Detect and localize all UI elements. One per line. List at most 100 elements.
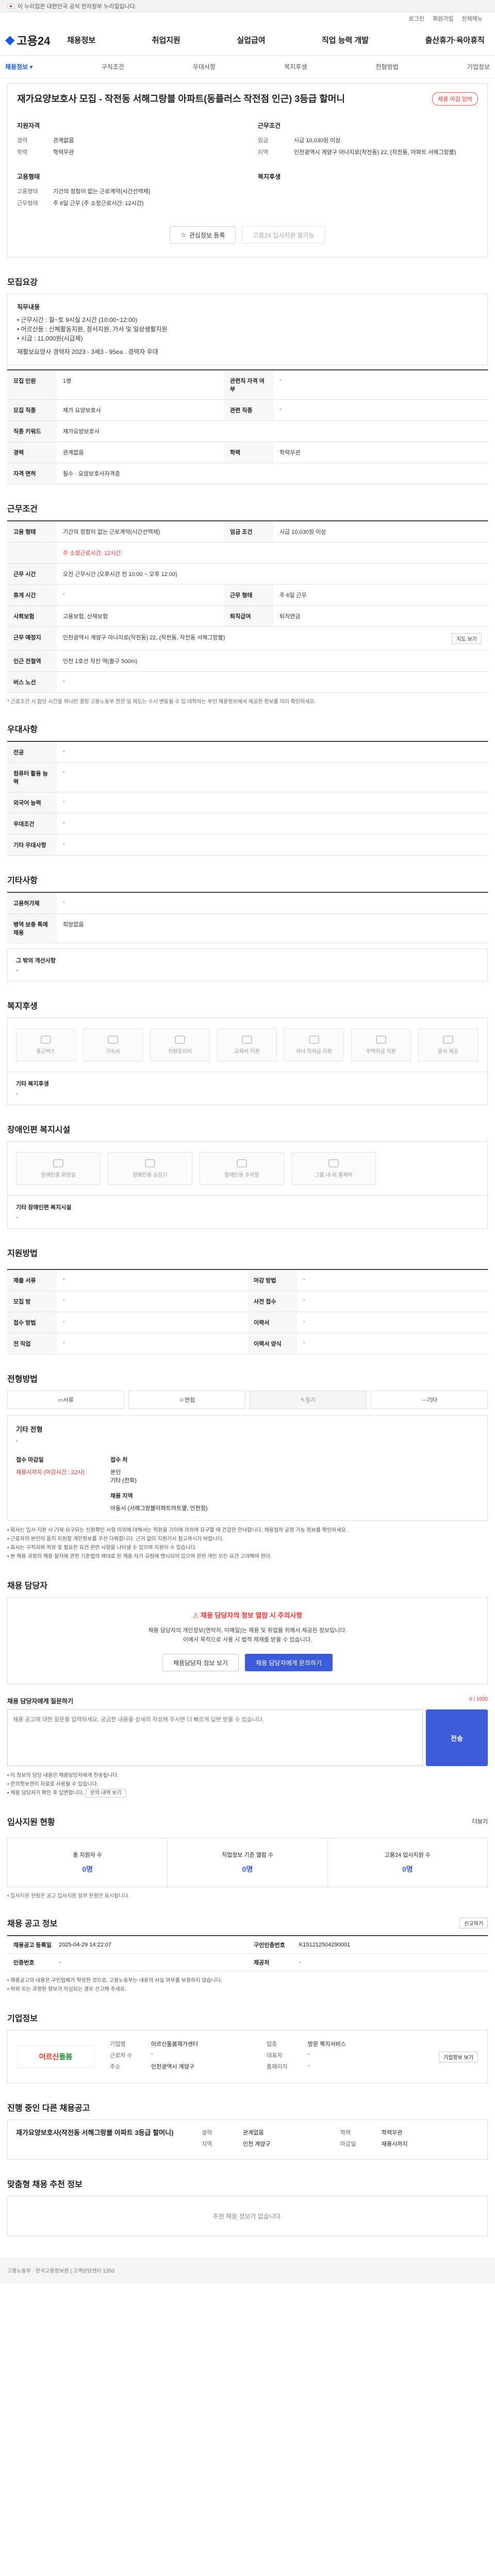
step-document: ▭ 서류 [7,1391,124,1409]
table-row: 고용 형태 기간의 정함이 없는 근로계약(시간선택제) 임금 조건 시급 10,03… [7,521,488,543]
facility-restroom: 장애인용 화장실 [16,1152,101,1185]
question-input[interactable] [7,1709,423,1766]
view-manager-button[interactable]: 채용담당자 정보 보기 [162,1654,239,1671]
other-section-title: 진행 중인 다른 채용공고 [7,2104,90,2113]
table-row: 모집 방- [7,1291,248,1312]
tab-conditions[interactable]: 구직조건 [102,62,124,71]
info-section-title: 채용 공고 정보 [7,1920,58,1928]
table-row: 경력 관계없음 학력 학력무관 [7,442,488,463]
restroom-icon [53,1159,63,1167]
table-row: 근무 예정지 인천광역시 계양구 아나지로(작전동) 22, (작전동, 작전동 … [7,627,488,651]
table-row: 직종 키워드 재가요양보호사 [7,421,488,442]
table-row: 이력서 - [248,1312,488,1333]
work-section-title: 근무조건 [7,505,38,514]
gov-banner: 이 누리집은 대한민국 공식 전자정부 누리집입니다. [0,0,495,12]
star-icon: ☆ [180,231,186,239]
question-form: 전송 [7,1709,488,1766]
warning-icon: ⚠ [192,1612,201,1619]
table-row: 자격 면허 필수 · 요양보호사자격증 [7,463,488,484]
gov-banner-text: 이 누리집은 대한민국 공식 전자정부 누리집입니다. [18,3,137,10]
table-row: 모집 인원 1명 관련직 자격 여부 - [7,370,488,400]
ask-manager-button[interactable]: 채용 담당자에게 문의하기 [244,1654,333,1671]
deadline-badge: 채용 마감 임박 [432,92,478,106]
benefit-housing: 주택자금 지원 [351,1028,411,1061]
status-note: • 입사지원 현황은 공고 입사지원 일부 현황만 표시됩니다. [7,1893,130,1899]
table-row: 제출 서류 - [7,1270,248,1291]
car-icon [175,1035,185,1044]
nav-employment-support[interactable]: 취업지원 [152,35,180,45]
tab-preferences[interactable]: 우대사항 [193,62,216,71]
welfare-section-title: 복지후생 [7,1002,38,1011]
parking-icon [237,1159,247,1167]
question-history-button[interactable]: 문의 내역 보기 [85,1789,126,1798]
recommend-section-title: 맞춤형 채용 추천 정보 [7,2180,82,2189]
bus-icon [41,1035,51,1044]
apply-button[interactable]: 고용24 입사지원 불가능 [242,226,325,244]
scrap-button[interactable]: ☆ 관심정보 등록 [170,226,236,244]
table-row: 접수 방법 - [7,1312,248,1333]
recruit-section-title: 모집요강 [7,278,38,287]
table-row: 버스 노선 - [7,672,488,693]
table-row: 근무 시간 오전 근무시간 (오후시간 전 10:00 ~ 오후 12:00) [7,564,488,585]
table-row: 휴게 시간 - 근무 형태 주 6일 근무 [7,585,488,606]
nav-unemployment-benefit[interactable]: 실업급여 [237,35,265,45]
question-notes: • 이 정보의 담당 내용은 채용담당자에게 전송됩니다. • 문의정보관리 자… [7,1771,488,1798]
benefit-commute-bus: 통근버스 [16,1028,76,1061]
job-title: 재가요양보호사 모집 - 작전동 서해그랑블 아파트(동플러스 작전점 인근) … [17,94,345,104]
recommend-empty: 추천 채용 정보가 없습니다. [7,2196,488,2236]
table-row: 주 소정근로시간: 12시간 [7,543,488,564]
company-info-button[interactable]: 기업정보 보기 [439,2051,478,2062]
stat-total-applicants: 총 지원자 수 0명 [8,1838,168,1887]
meal-icon [443,1035,453,1044]
recruit-table: 모집 인원 1명 관련직 자격 여부 - 모집 직종 재가 요양보호사 관련 직종 - 직종… [7,369,488,484]
disabled-section-title: 장애인편 복지시설 [7,1126,71,1134]
login-link[interactable]: 로그인 [409,14,424,23]
elevator-icon [145,1159,155,1167]
tab-recruit-info[interactable]: 채용정보 ▾ [5,62,33,71]
status-more-link[interactable]: 더보기 [472,1817,488,1825]
duty-box: 직무내용 • 근무시간 : 월~토 9시실 2시간 (10:00~12:00) … [7,294,488,365]
bed-icon [108,1035,118,1044]
nav-parental-leave[interactable]: 출산휴가·육아휴직 [425,35,485,45]
table-row: 컴퓨터 활용 능력 - [7,763,488,792]
step-interview: ☺ 면접 [128,1391,245,1409]
misc-section-title: 기타사항 [7,876,38,885]
tab-process[interactable]: 전형방법 [375,62,398,71]
job-overview: 지원자격 경력 관계없음 학력 학력무관 고용형태 고용형태 기간의 정함이 없는 근… [17,122,456,207]
prefer-section-title: 우대사항 [7,725,38,734]
facility-parking: 장애인용 주차장 [200,1152,284,1185]
send-question-button[interactable]: 전송 [426,1709,488,1766]
company-section-title: 기업정보 [7,2014,38,2023]
other-job-title[interactable]: 재가요양보호사(작전동 서해그랑블 아파트 3등급 할머니) [16,2128,186,2151]
info-notes: • 채용공고의 내용은 구인업체가 작성한 것으로, 고용노동부는 내용의 사실… [7,1978,222,1992]
dots-icon: ⋯ [421,1397,427,1403]
other-job-card[interactable]: 재가요양보호사(작전동 서해그랑블 아파트 3등급 할머니) 경력 관계없음 학력… [7,2120,488,2160]
process-notes: • 회사는 입사 지원 시 기재·요구되는 신원확인 사항 이외에 대해서는 직… [7,1528,348,1560]
nav-jobs[interactable]: 채용정보 [67,35,95,45]
facility-elevator: 장애인용 승강기 [108,1152,192,1185]
signup-link[interactable]: 회원가입 [433,14,453,23]
job-summary-card: 재가요양보호사 모집 - 작전동 서해그랑블 아파트(동플러스 작전점 인근) … [7,83,488,258]
site-logo[interactable]: ◆ 고용24 [5,32,62,48]
table-row: 전공 - [7,742,488,763]
map-button[interactable]: 지도 보기 [452,633,482,644]
deadline-text: 채용시까지 (마감시간 : 22시) [16,1469,85,1476]
main-nav: 채용정보 취업지원 실업급여 직업 능력 개발 출산휴가·육아휴직 [62,35,490,45]
wheelchair-icon [328,1159,339,1167]
tab-company[interactable]: 기업정보 [467,62,490,71]
company-card: 어르신 돌봄 기업명 어르신돌봄재가센터 업종 방문 복지서비스 근로자 수- 대표자… [7,2030,488,2083]
all-menu-link[interactable]: 전체메뉴 [462,14,483,23]
process-detail: 기타 전형 - 접수 마감일 채용시까지 (마감시간 : 22시) 접수 처 본… [7,1415,488,1521]
table-row: 마감 방법 - [248,1270,488,1291]
nav-skill-development[interactable]: 직업 능력 개발 [322,35,369,45]
stat-online-applicants: 고용24 입사지원 수 0명 [384,1852,431,1873]
status-section-title: 입사지원 현황 [7,1818,55,1827]
table-row: 고용허가제 - [7,893,488,914]
tab-welfare[interactable]: 복지후생 [284,62,307,71]
table-row: 기타 우대사항 - [7,835,488,856]
benefit-meal: 중식 제공 [418,1028,478,1061]
document-icon: ▭ [58,1397,63,1403]
char-count: 0 / 1000 [469,1697,488,1702]
report-button[interactable]: 신고하기 [459,1917,488,1928]
graduation-icon [309,1035,319,1044]
